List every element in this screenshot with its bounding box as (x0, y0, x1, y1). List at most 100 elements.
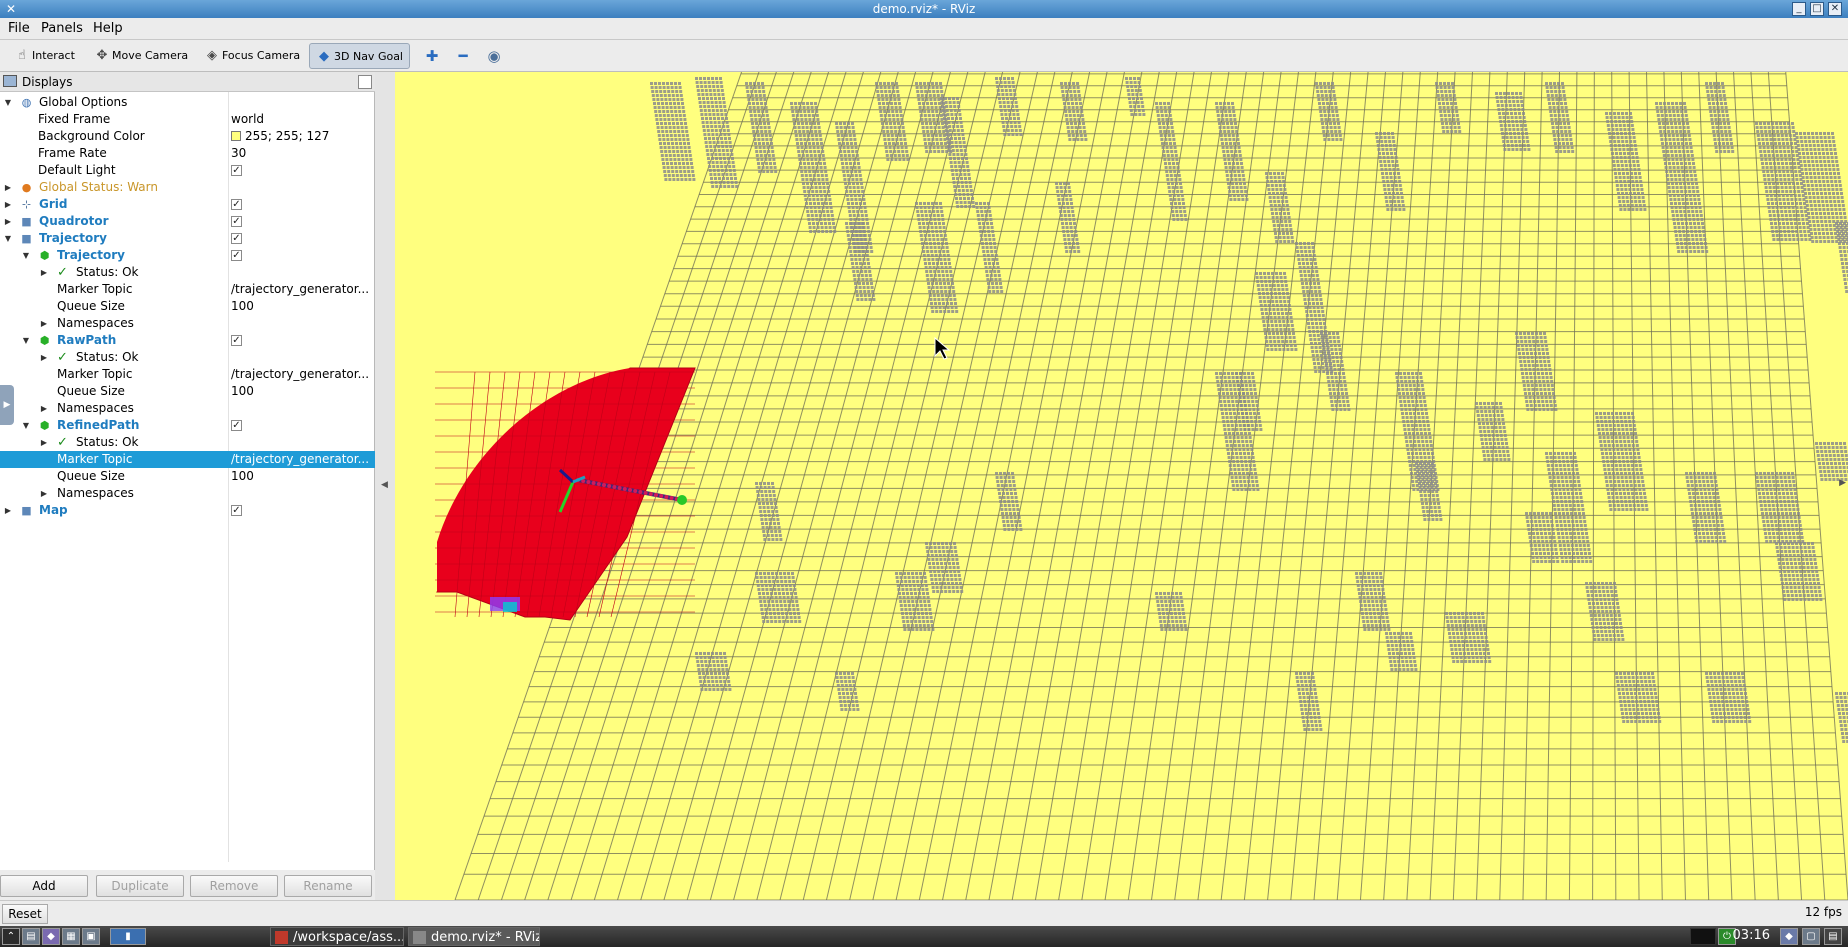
refinedpath-checkbox[interactable]: ✓ (231, 420, 242, 431)
tree-row-fixed-frame[interactable]: Fixed Frame world (0, 111, 375, 128)
window-menu-icon[interactable]: ✕ (4, 2, 18, 16)
row-value[interactable]: world (231, 111, 373, 128)
row-value[interactable]: /trajectory_generator... (231, 366, 373, 383)
tree-row-trajectory[interactable]: ▼ ⬢ Trajectory ✓ (0, 247, 375, 264)
collapse-icon[interactable]: ▼ (21, 332, 31, 349)
tree-row-map[interactable]: ▶ ■ Map ✓ (0, 502, 375, 519)
row-value[interactable]: 100 (231, 468, 373, 485)
tree-row-namespaces[interactable]: ▶ Namespaces (0, 400, 375, 417)
row-value[interactable]: 30 (231, 145, 373, 162)
scene-canvas[interactable] (395, 72, 1848, 900)
duplicate-button[interactable]: Duplicate (96, 875, 184, 897)
row-value[interactable]: 100 (231, 383, 373, 400)
voxel (1766, 142, 1769, 145)
tree-row-refinedpath[interactable]: ▼ ⬢ RefinedPath ✓ (0, 417, 375, 434)
expand-icon[interactable]: ▶ (39, 434, 49, 451)
map-checkbox[interactable]: ✓ (231, 505, 242, 516)
collapse-icon[interactable]: ▼ (21, 247, 31, 264)
grid-checkbox[interactable]: ✓ (231, 199, 242, 210)
expand-icon[interactable]: ▶ (3, 502, 13, 519)
voxel (1393, 200, 1397, 203)
nav-goal-tool[interactable]: ◆ 3D Nav Goal (309, 43, 410, 69)
voxel (1677, 142, 1680, 145)
menu-help[interactable]: Help (93, 21, 123, 36)
expand-icon[interactable]: ▶ (3, 213, 13, 230)
focus-camera-tool[interactable]: ◈ Focus Camera (198, 43, 306, 69)
voxel (980, 214, 984, 217)
trajectory-checkbox[interactable]: ✓ (231, 250, 242, 261)
collapse-left-icon[interactable]: ◀ (381, 480, 388, 490)
tree-row-marker-topic-selected[interactable]: Marker Topic /trajectory_generator... (0, 451, 375, 468)
tree-row-frame-rate[interactable]: Frame Rate 30 (0, 145, 375, 162)
tree-row-grid[interactable]: ▶ ⊹ Grid ✓ (0, 196, 375, 213)
interact-tool[interactable]: ☝ Interact (8, 43, 81, 69)
collapse-icon[interactable]: ▼ (3, 94, 13, 111)
row-value[interactable]: /trajectory_generator... (231, 451, 373, 468)
remove-tool-icon[interactable]: ━ (454, 47, 472, 65)
quadrotor-checkbox[interactable]: ✓ (231, 216, 242, 227)
remove-button[interactable]: Remove (190, 875, 278, 897)
voxel (712, 113, 716, 116)
voxel (750, 90, 754, 93)
maximize-button[interactable]: □ (1810, 2, 1824, 16)
render-viewport[interactable]: ▶ (395, 72, 1848, 900)
add-button[interactable]: Add (0, 875, 88, 897)
menu-panels[interactable]: Panels (41, 21, 83, 36)
minimize-button[interactable]: _ (1792, 2, 1806, 16)
tree-row-global-status[interactable]: ▶ ● Global Status: Warn (0, 179, 375, 196)
panel-splitter[interactable]: ◀ (375, 72, 395, 900)
row-value[interactable]: /trajectory_generator... (231, 281, 373, 298)
tree-row-trajectory-group[interactable]: ▼ ■ Trajectory ✓ (0, 230, 375, 247)
voxel (1312, 250, 1316, 253)
expand-icon[interactable]: ▶ (3, 196, 13, 213)
tree-row-queue-size[interactable]: Queue Size 100 (0, 383, 375, 400)
voxel (700, 113, 704, 116)
tree-row-queue-size[interactable]: Queue Size 100 (0, 468, 375, 485)
left-dock-handle[interactable]: ▶ (0, 385, 14, 425)
collapse-icon[interactable]: ▼ (3, 230, 13, 247)
tree-row-status[interactable]: ▶ ✓ Status: Ok (0, 264, 375, 281)
voxel (1063, 214, 1067, 217)
voxel (1272, 220, 1276, 223)
tree-row-global-options[interactable]: ▼ ◍ Global Options (0, 94, 375, 111)
expand-icon[interactable]: ▶ (39, 264, 49, 281)
trajectory-group-checkbox[interactable]: ✓ (231, 233, 242, 244)
tree-row-marker-topic[interactable]: Marker Topic /trajectory_generator... (0, 366, 375, 383)
close-button[interactable]: ✕ (1828, 2, 1842, 16)
expand-icon[interactable]: ▶ (39, 485, 49, 502)
voxel (1716, 130, 1720, 133)
tree-row-namespaces[interactable]: ▶ Namespaces (0, 485, 375, 502)
tree-row-rawpath[interactable]: ▼ ⬢ RawPath ✓ (0, 332, 375, 349)
voxel (1383, 188, 1387, 191)
expand-icon[interactable]: ▶ (3, 179, 13, 196)
default-light-checkbox[interactable]: ✓ (231, 165, 242, 176)
camera-type-icon[interactable]: ◉ (485, 47, 503, 65)
voxel (1272, 224, 1276, 227)
rename-button[interactable]: Rename (284, 875, 372, 897)
tree-row-namespaces[interactable]: ▶ Namespaces (0, 315, 375, 332)
tree-row-default-light[interactable]: Default Light ✓ (0, 162, 375, 179)
row-value[interactable]: 100 (231, 298, 373, 315)
voxel (755, 154, 759, 157)
tree-row-quadrotor[interactable]: ▶ ■ Quadrotor ✓ (0, 213, 375, 230)
expand-icon[interactable]: ▶ (39, 349, 49, 366)
voxel (855, 294, 859, 297)
row-value-color[interactable]: 255; 255; 127 (231, 128, 373, 145)
tree-row-status[interactable]: ▶ ✓ Status: Ok (0, 434, 375, 451)
collapse-icon[interactable]: ▼ (21, 417, 31, 434)
voxel (1771, 126, 1775, 129)
voxel (1840, 234, 1844, 237)
move-camera-tool[interactable]: ✥ Move Camera (88, 43, 194, 69)
tree-row-queue-size[interactable]: Queue Size 100 (0, 298, 375, 315)
voxel (1164, 162, 1167, 165)
expand-icon[interactable]: ▶ (39, 315, 49, 332)
voxel (1223, 400, 1227, 403)
tree-row-status[interactable]: ▶ ✓ Status: Ok (0, 349, 375, 366)
tree-row-background-color[interactable]: Background Color 255; 255; 127 (0, 128, 375, 145)
rawpath-checkbox[interactable]: ✓ (231, 335, 242, 346)
undock-button[interactable] (358, 75, 372, 89)
tree-row-marker-topic[interactable]: Marker Topic /trajectory_generator... (0, 281, 375, 298)
expand-icon[interactable]: ▶ (39, 400, 49, 417)
menu-file[interactable]: File (8, 21, 30, 36)
add-tool-icon[interactable]: ✚ (423, 47, 441, 65)
